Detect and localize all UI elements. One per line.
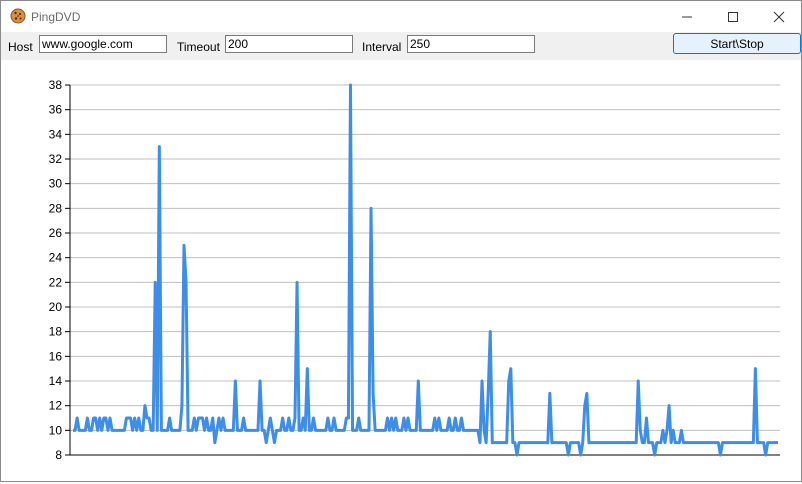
- title-bar[interactable]: PingDVD: [1, 1, 801, 32]
- minimize-button[interactable]: [664, 1, 710, 32]
- y-tick-label: 28: [49, 201, 63, 215]
- y-tick-label: 16: [49, 349, 63, 363]
- y-tick-label: 32: [49, 152, 63, 166]
- y-tick-label: 30: [49, 177, 63, 191]
- y-tick-label: 20: [49, 300, 63, 314]
- toolbar: Host Timeout Interval Start\Stop: [1, 32, 801, 60]
- y-tick-label: 22: [49, 275, 63, 289]
- host-label: Host: [8, 40, 33, 54]
- ping-chart: 8 10 12 14 16 18 20 22 24 26 28 30 32 34 36 38: [1, 60, 801, 481]
- y-tick-label: 34: [49, 127, 63, 141]
- y-tick-label: 18: [49, 325, 63, 339]
- y-tick-label: 26: [49, 226, 63, 240]
- ping-series-line-0: [73, 83, 778, 457]
- timeout-label: Timeout: [177, 40, 220, 54]
- ping-chart-svg: 8 10 12 14 16 18 20 22 24 26 28 30 32 34 36 38: [49, 78, 780, 462]
- y-tick-label: 24: [49, 251, 63, 265]
- minimize-icon: [682, 16, 692, 18]
- app-window: PingDVD Host Timeout Interval Start\Stop…: [0, 0, 802, 482]
- y-tick-label: 36: [49, 103, 63, 117]
- maximize-button[interactable]: [710, 1, 756, 32]
- maximize-icon: [728, 12, 738, 22]
- close-button[interactable]: [756, 1, 802, 32]
- interval-label: Interval: [362, 40, 402, 54]
- y-tick-label: 14: [49, 374, 63, 388]
- window-title: PingDVD: [31, 10, 81, 24]
- cookie-icon: [10, 8, 26, 24]
- y-tick-label: 10: [49, 423, 63, 437]
- interval-input[interactable]: [407, 35, 535, 53]
- y-tick-label: 8: [55, 448, 62, 462]
- timeout-input[interactable]: [225, 35, 353, 53]
- start-stop-button[interactable]: Start\Stop: [673, 33, 801, 54]
- host-input[interactable]: [39, 35, 167, 53]
- y-tick-label: 12: [49, 399, 63, 413]
- y-tick-label: 38: [49, 78, 63, 92]
- close-icon: [773, 11, 785, 23]
